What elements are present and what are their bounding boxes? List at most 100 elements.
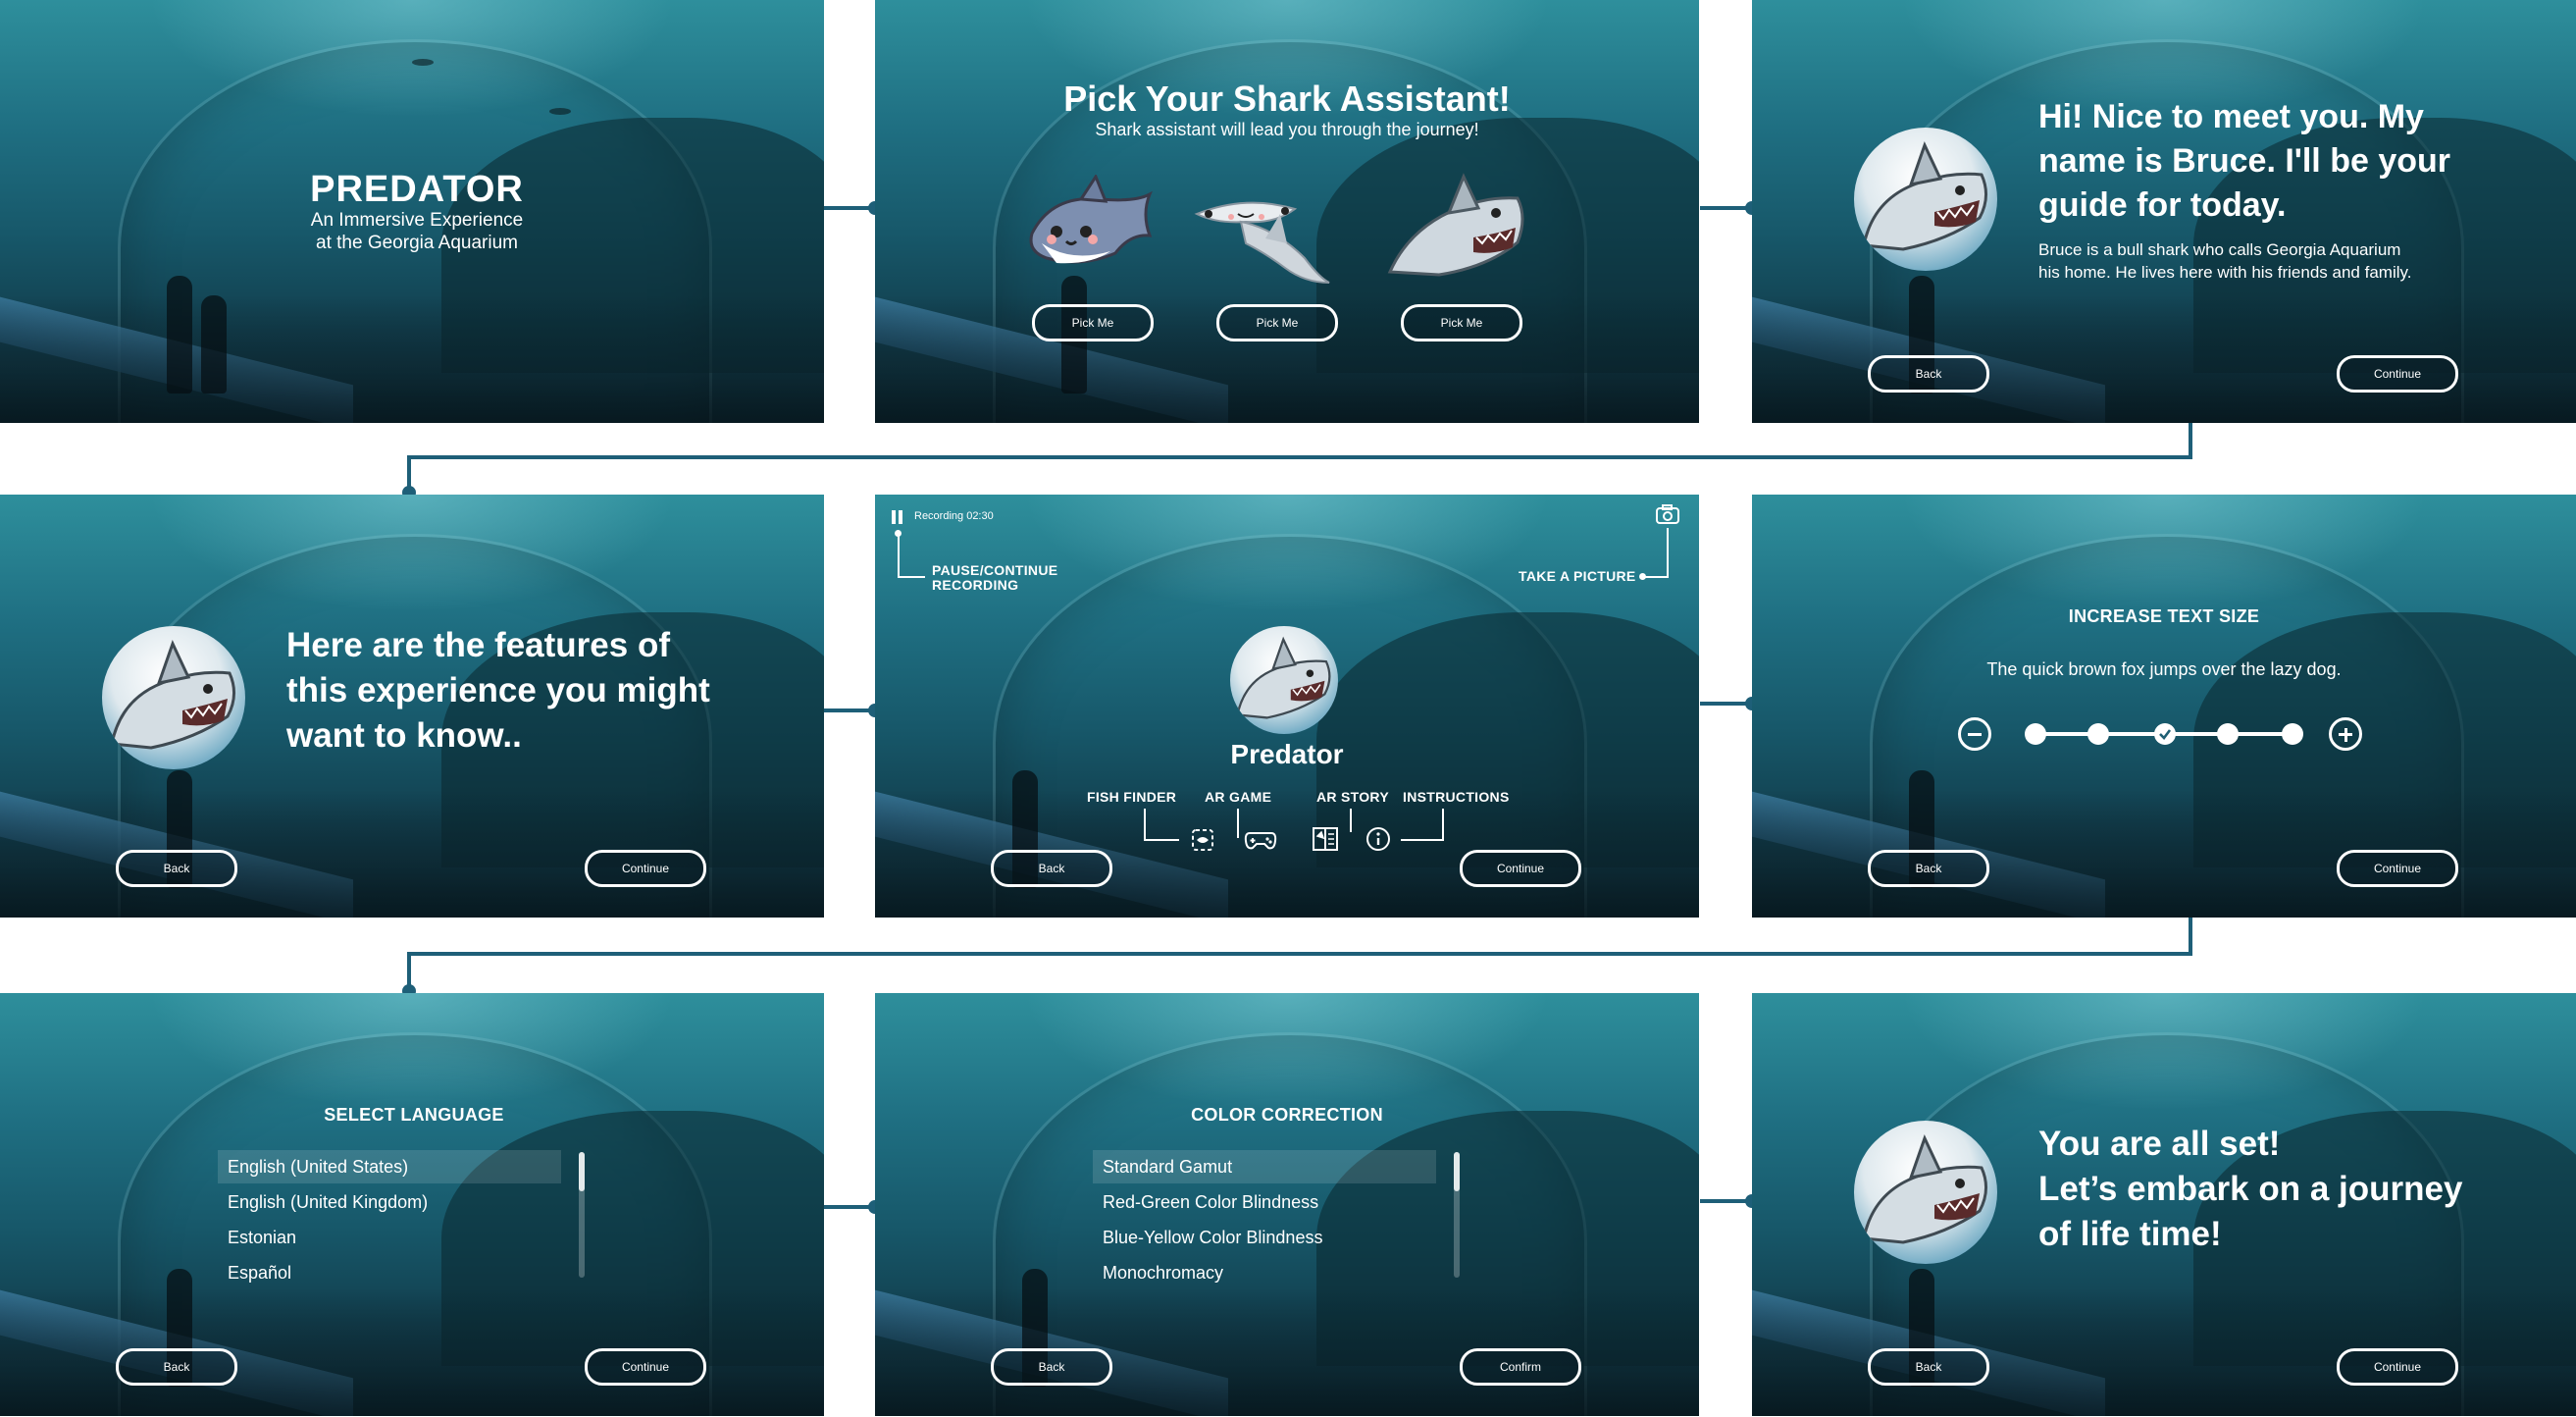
continue-button[interactable]: Continue xyxy=(1460,850,1581,887)
screen-features-intro: Here are the features of this experience… xyxy=(0,495,824,918)
color-mode-option[interactable]: Monochromacy xyxy=(1093,1256,1436,1289)
connector-row1-down xyxy=(2189,423,2192,458)
language-title: SELECT LANGUAGE xyxy=(324,1105,504,1125)
hub-title: Predator xyxy=(1230,739,1344,769)
pick-button-3[interactable]: Pick Me xyxy=(1401,304,1522,341)
shark-icon xyxy=(1862,141,1987,251)
back-button[interactable]: Back xyxy=(116,1348,237,1386)
pick-subtitle: Shark assistant will lead you through th… xyxy=(1095,120,1479,139)
hammerhead-option[interactable] xyxy=(1187,184,1334,292)
checkmark-icon xyxy=(2159,729,2172,740)
connector-row2-down xyxy=(2189,918,2192,955)
all-set-heading-line2: Let’s embark on a journey xyxy=(2038,1170,2463,1208)
pause-callout-label-line1: PAUSE/CONTINUE xyxy=(932,562,1058,578)
screen-main-hub: Recording 02:30 PAUSE/CONTINUE RECORDING… xyxy=(875,495,1699,918)
greeting-heading-line1: Hi! Nice to meet you. My xyxy=(2038,98,2424,135)
decrease-text-button[interactable] xyxy=(1958,717,1991,751)
confirm-button[interactable]: Confirm xyxy=(1460,1348,1581,1386)
greeting-heading-line2: name is Bruce. I'll be your xyxy=(2038,142,2451,180)
callout-line xyxy=(1237,809,1239,838)
callout-line xyxy=(1401,839,1444,841)
slider-step-4[interactable] xyxy=(2217,723,2239,745)
pick-button-1[interactable]: Pick Me xyxy=(1032,304,1154,341)
fish-silhouette xyxy=(412,59,434,66)
callout-dot xyxy=(1639,573,1646,580)
pause-icon[interactable] xyxy=(892,510,903,524)
info-icon[interactable] xyxy=(1365,826,1391,852)
connector-row2-across xyxy=(407,952,2192,956)
color-mode-option[interactable]: Blue-Yellow Color Blindness xyxy=(1093,1221,1436,1254)
take-picture-callout: TAKE A PICTURE xyxy=(1519,568,1636,584)
scrollbar[interactable] xyxy=(1454,1152,1460,1278)
continue-button[interactable]: Continue xyxy=(2337,1348,2458,1386)
increase-text-button[interactable] xyxy=(2329,717,2362,751)
text-size-sample: The quick brown fox jumps over the lazy … xyxy=(1986,659,2342,679)
screen-title: PREDATOR An Immersive Experience at the … xyxy=(0,0,824,423)
language-option[interactable]: Estonian xyxy=(218,1221,561,1254)
cute-shark-option[interactable] xyxy=(1012,175,1159,283)
color-mode-option[interactable]: Standard Gamut xyxy=(1093,1150,1436,1183)
scrollbar-thumb[interactable] xyxy=(579,1152,585,1191)
bruce-avatar xyxy=(1230,626,1338,734)
visitor-silhouette xyxy=(201,295,227,394)
minus-icon xyxy=(1968,733,1982,736)
gamepad-icon[interactable] xyxy=(1244,828,1277,852)
continue-button[interactable]: Continue xyxy=(585,1348,706,1386)
book-icon[interactable] xyxy=(1311,824,1340,854)
screen-color-correction: COLOR CORRECTION Standard Gamut Red-Gree… xyxy=(875,993,1699,1416)
app-subtitle-line2: at the Georgia Aquarium xyxy=(316,233,518,253)
bull-shark-option[interactable] xyxy=(1380,169,1537,287)
screen-pick-assistant: Pick Your Shark Assistant! Shark assista… xyxy=(875,0,1699,423)
camera-icon[interactable] xyxy=(1656,504,1679,524)
bruce-avatar xyxy=(102,626,245,769)
screen-all-set: You are all set! Let’s embark on a journ… xyxy=(1752,993,2576,1416)
greeting-heading-line3: guide for today. xyxy=(2038,186,2287,224)
continue-button[interactable]: Continue xyxy=(585,850,706,887)
pick-button-2[interactable]: Pick Me xyxy=(1216,304,1338,341)
back-button[interactable]: Back xyxy=(1868,1348,1989,1386)
screen-text-size: INCREASE TEXT SIZE The quick brown fox j… xyxy=(1752,495,2576,918)
features-heading-line3: want to know.. xyxy=(286,716,522,755)
back-button[interactable]: Back xyxy=(1868,850,1989,887)
scrollbar-thumb[interactable] xyxy=(1454,1152,1460,1191)
callout-line xyxy=(1350,809,1352,832)
language-option[interactable]: English (United Kingdom) xyxy=(218,1185,561,1219)
back-button[interactable]: Back xyxy=(1868,355,1989,393)
shark-icon xyxy=(1862,1134,1987,1244)
feature-label-ar-game: AR GAME xyxy=(1205,789,1272,805)
language-option[interactable]: Español xyxy=(218,1256,561,1289)
pick-title: Pick Your Shark Assistant! xyxy=(1063,79,1511,119)
color-mode-list: Standard Gamut Red-Green Color Blindness… xyxy=(1093,1150,1460,1297)
bruce-description-line1: Bruce is a bull shark who calls Georgia … xyxy=(2038,240,2401,259)
slider-step-1[interactable] xyxy=(2025,723,2046,745)
bruce-description-line2: his home. He lives here with his friends… xyxy=(2038,263,2412,282)
features-heading-line2: this experience you might xyxy=(286,671,710,709)
bruce-avatar xyxy=(1854,128,1997,271)
continue-button[interactable]: Continue xyxy=(2337,850,2458,887)
screen-meet-bruce: Hi! Nice to meet you. My name is Bruce. … xyxy=(1752,0,2576,423)
feature-label-instructions: INSTRUCTIONS xyxy=(1403,789,1510,805)
walkway-shadow xyxy=(0,295,824,423)
slider-step-3-selected[interactable] xyxy=(2154,723,2176,745)
color-mode-option[interactable]: Red-Green Color Blindness xyxy=(1093,1185,1436,1219)
slider-step-5[interactable] xyxy=(2282,723,2303,745)
slider-step-2[interactable] xyxy=(2087,723,2109,745)
text-size-title: INCREASE TEXT SIZE xyxy=(2068,606,2260,626)
all-set-heading-line3: of life time! xyxy=(2038,1215,2222,1253)
fish-silhouette xyxy=(549,108,571,115)
language-option[interactable]: English (United States) xyxy=(218,1150,561,1183)
visitor-silhouette xyxy=(167,276,192,394)
language-list: English (United States) English (United … xyxy=(218,1150,585,1297)
scrollbar[interactable] xyxy=(579,1152,585,1278)
recording-timer: Recording 02:30 xyxy=(914,510,994,522)
feature-label-ar-story: AR STORY xyxy=(1316,789,1389,805)
back-button[interactable]: Back xyxy=(991,850,1112,887)
continue-button[interactable]: Continue xyxy=(2337,355,2458,393)
fish-finder-icon[interactable] xyxy=(1191,828,1214,852)
callout-line xyxy=(1442,809,1444,840)
connector-row1-across xyxy=(407,455,2192,459)
bruce-avatar xyxy=(1854,1121,1997,1264)
back-button[interactable]: Back xyxy=(991,1348,1112,1386)
shark-icon xyxy=(1236,636,1331,719)
back-button[interactable]: Back xyxy=(116,850,237,887)
